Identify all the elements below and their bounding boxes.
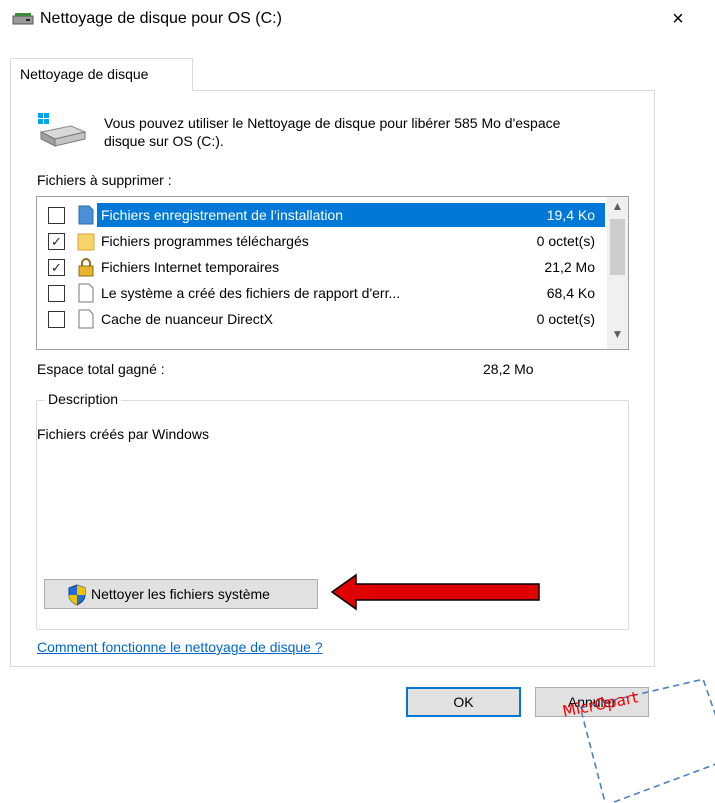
tab-label: Nettoyage de disque	[20, 66, 149, 82]
checkbox[interactable]	[48, 285, 65, 302]
title-bar: Nettoyage de disque pour OS (C:) ×	[0, 0, 715, 38]
tab-disk-cleanup[interactable]: Nettoyage de disque	[10, 58, 193, 91]
file-size: 19,4 Ko	[546, 207, 595, 223]
doc-icon	[78, 283, 94, 303]
description-legend: Description	[45, 391, 122, 407]
file-name: Fichiers enregistrement de l’installatio…	[101, 207, 343, 223]
files-to-delete-label: Fichiers à supprimer :	[37, 172, 172, 188]
red-arrow-annotation	[330, 573, 540, 611]
intro-text: Vous pouvez utiliser le Nettoyage de dis…	[104, 115, 561, 149]
folder-icon	[77, 233, 95, 251]
list-item[interactable]: ✓ Fichiers Internet temporaires 21,2 Mo	[37, 254, 607, 280]
file-name: Cache de nuanceur DirectX	[101, 311, 273, 327]
drive-icon	[38, 113, 87, 147]
disk-cleanup-window: Nettoyage de disque pour OS (C:) × Netto…	[0, 0, 715, 803]
uac-shield-icon	[68, 584, 86, 606]
ok-button[interactable]: OK	[406, 687, 521, 717]
list-scrollbar[interactable]: ▲ ▼	[607, 197, 628, 349]
doc-icon	[78, 309, 94, 329]
file-size: 0 octet(s)	[536, 311, 595, 327]
file-size: 21,2 Mo	[544, 259, 595, 275]
window-title: Nettoyage de disque pour OS (C:)	[40, 10, 282, 27]
file-name: Le système a créé des fichiers de rappor…	[101, 285, 401, 301]
scroll-down-icon[interactable]: ▼	[607, 327, 628, 345]
checkbox-checked[interactable]: ✓	[48, 233, 65, 250]
checkbox[interactable]	[48, 311, 65, 328]
list-item[interactable]: Cache de nuanceur DirectX 0 octet(s)	[37, 306, 607, 332]
help-link[interactable]: Comment fonctionne le nettoyage de disqu…	[37, 639, 323, 655]
checkbox[interactable]	[48, 207, 65, 224]
list-item[interactable]: Fichiers enregistrement de l’installatio…	[37, 202, 607, 228]
checkbox-checked[interactable]: ✓	[48, 259, 65, 276]
files-list[interactable]: Fichiers enregistrement de l’installatio…	[36, 196, 629, 350]
total-gain-label: Espace total gagné :	[37, 361, 165, 377]
list-item[interactable]: ✓ Fichiers programmes téléchargés 0 octe…	[37, 228, 607, 254]
list-item[interactable]: Le système a créé des fichiers de rappor…	[37, 280, 607, 306]
file-size: 0 octet(s)	[536, 233, 595, 249]
file-name: Fichiers programmes téléchargés	[101, 233, 309, 249]
total-gain-value: 28,2 Mo	[483, 361, 534, 377]
file-size: 68,4 Ko	[546, 285, 595, 301]
clean-system-files-button[interactable]: Nettoyer les fichiers système	[44, 579, 318, 609]
blue-doc-icon	[78, 205, 94, 225]
scroll-up-icon[interactable]: ▲	[607, 199, 628, 217]
clean-system-files-label: Nettoyer les fichiers système	[91, 586, 270, 602]
scrollbar-thumb[interactable]	[610, 219, 625, 275]
description-text: Fichiers créés par Windows	[37, 426, 209, 442]
close-button[interactable]: ×	[655, 0, 701, 38]
lock-icon	[78, 258, 94, 277]
file-name: Fichiers Internet temporaires	[101, 259, 280, 275]
disk-cleanup-icon	[12, 13, 34, 25]
